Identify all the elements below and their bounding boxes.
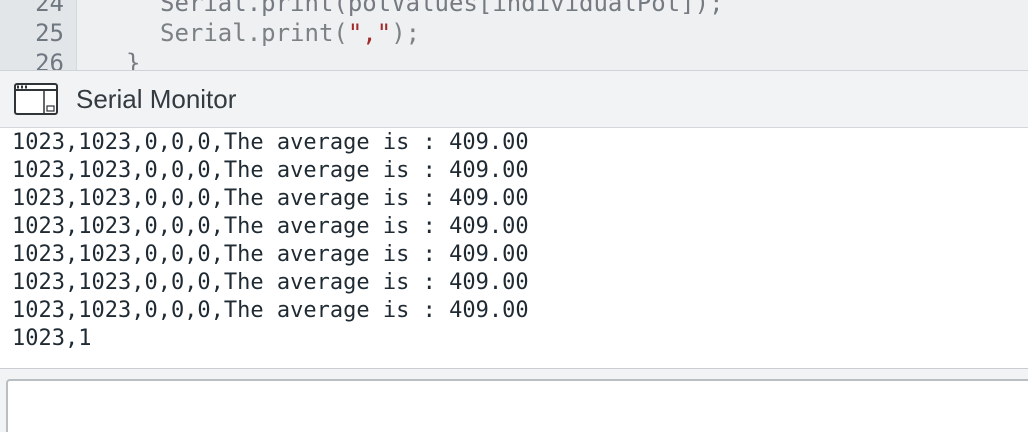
code-editor[interactable]: 24 Serial.print(potValues[individualPot]… xyxy=(0,0,1028,70)
serial-output-line: 1023,1023,0,0,0,The average is : 409.00 xyxy=(12,298,529,323)
code-text: } xyxy=(126,49,141,70)
serial-output-line: 1023,1023,0,0,0,The average is : 409.00 xyxy=(12,158,529,183)
line-number: 26 xyxy=(35,49,64,70)
serial-output-line: 1023,1023,0,0,0,The average is : 409.00 xyxy=(12,242,529,267)
arduino-ide-window: 24 Serial.print(potValues[individualPot]… xyxy=(0,0,1028,432)
serial-output-line: 1023,1023,0,0,0,The average is : 409.00 xyxy=(12,214,529,239)
code-call: Serial.print( xyxy=(160,19,348,47)
serial-monitor-title: Serial Monitor xyxy=(76,84,237,114)
code-text: Serial.print(","); xyxy=(160,18,420,48)
string-literal: "," xyxy=(347,19,392,47)
serial-output-line: 1023,1 xyxy=(12,326,92,351)
serial-send-input[interactable] xyxy=(6,379,1028,432)
serial-output-line: 1023,1023,0,0,0,The average is : 409.00 xyxy=(12,186,529,211)
serial-output-line: 1023,1023,0,0,0,The average is : 409.00 xyxy=(12,130,529,155)
code-text: Serial.print(potValues[individualPot]); xyxy=(160,0,724,17)
serial-monitor-window-icon xyxy=(14,83,58,115)
serial-output-line: 1023,1023,0,0,0,The average is : 409.00 xyxy=(12,270,529,295)
line-number: 25 xyxy=(35,19,64,47)
line-number: 24 xyxy=(35,0,64,17)
serial-monitor-header[interactable]: Serial Monitor xyxy=(0,70,1028,128)
serial-send-bar xyxy=(0,368,1028,432)
code-call-end: ); xyxy=(391,19,421,47)
serial-output-area[interactable]: 1023,1023,0,0,0,The average is : 409.00 … xyxy=(0,128,1028,368)
